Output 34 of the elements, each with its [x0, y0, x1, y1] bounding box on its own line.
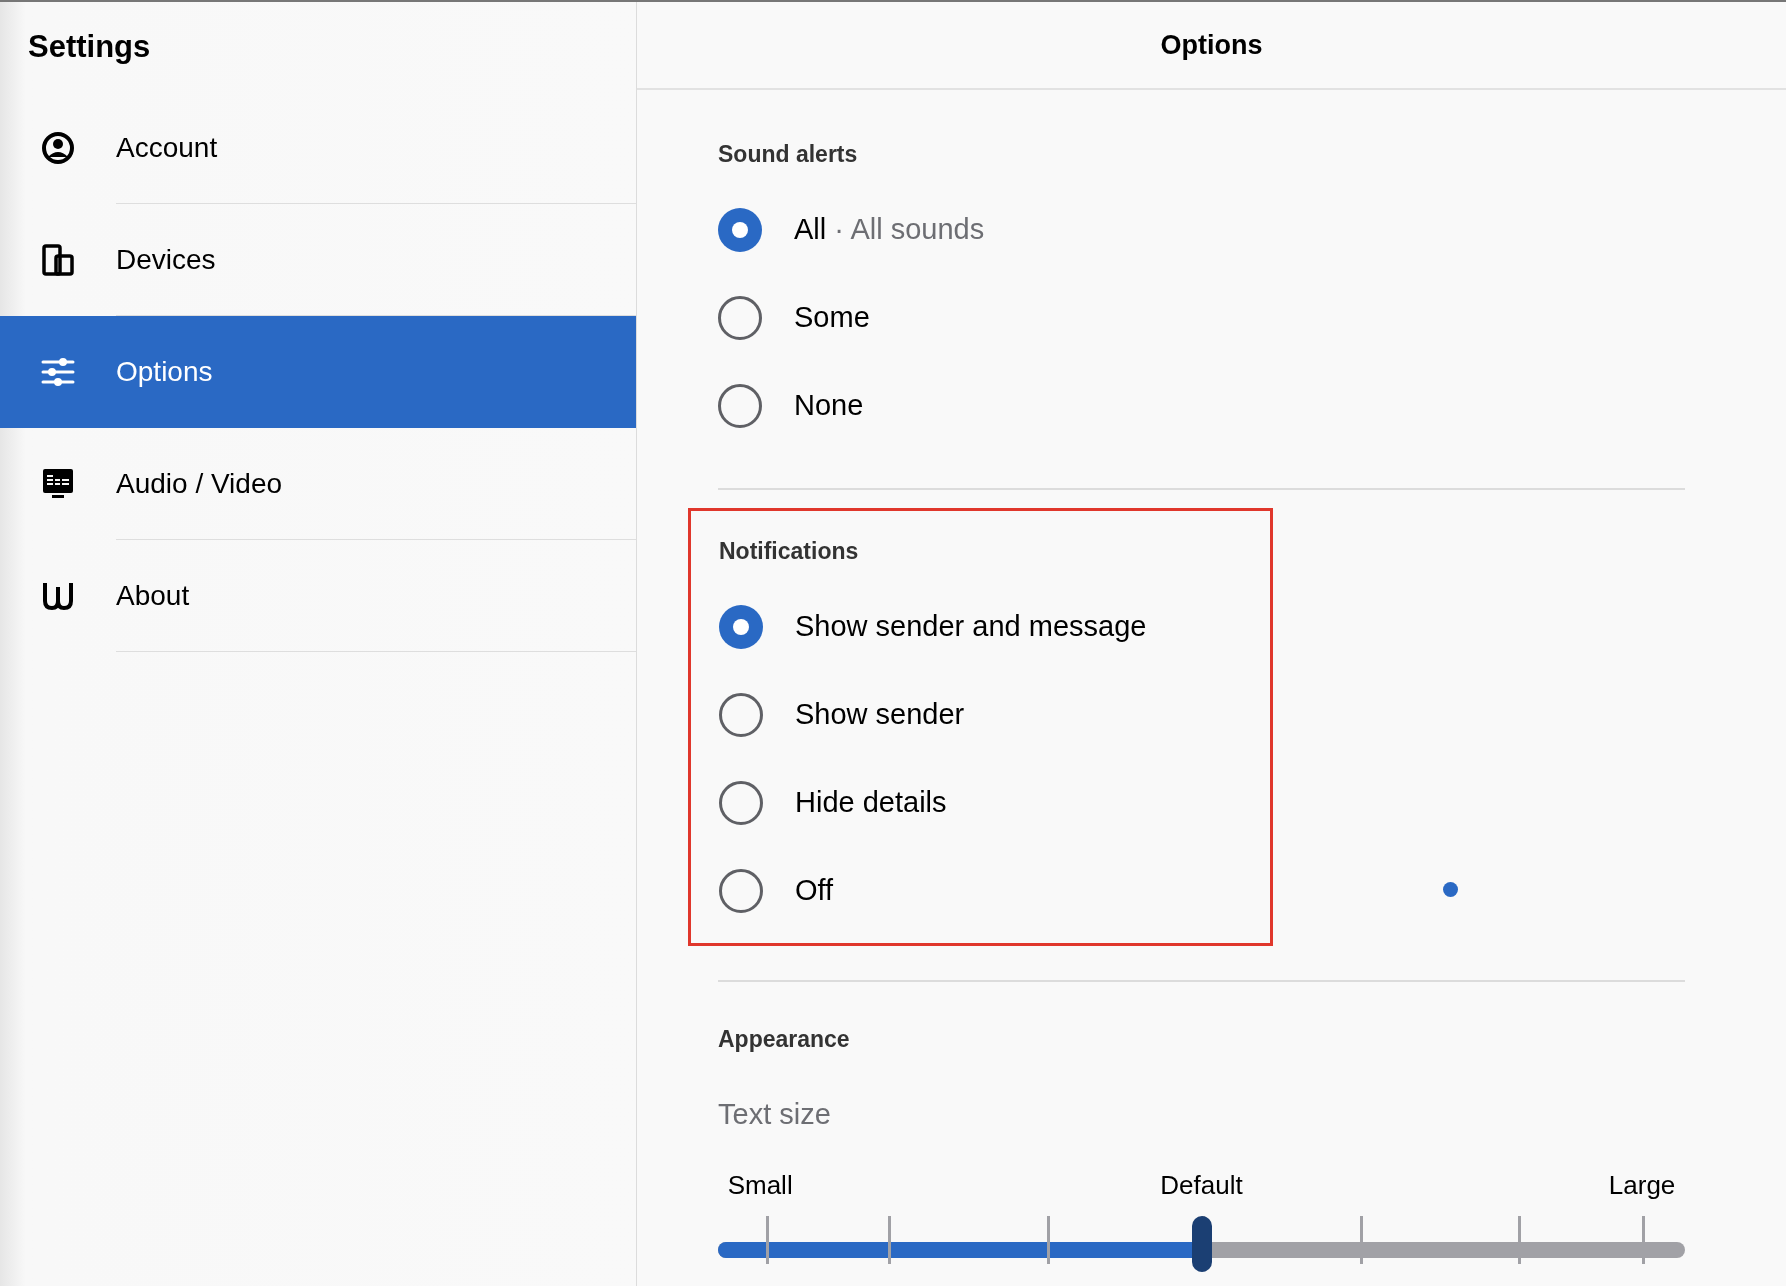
- radio-button[interactable]: [718, 208, 762, 252]
- sliders-icon: [41, 357, 75, 387]
- field-label: Text size: [718, 1096, 832, 1132]
- header-title: Options: [1160, 28, 1263, 62]
- slider-track[interactable]: [718, 1242, 1685, 1258]
- sidebar-item[interactable]: Audio / Video: [0, 428, 636, 540]
- option-label: Show sender: [795, 697, 965, 733]
- radio-button[interactable]: [718, 296, 762, 340]
- section-heading: Notifications: [719, 536, 860, 566]
- sidebar-title: Settings: [27, 27, 152, 66]
- slider-mark-label: Default: [1160, 1169, 1243, 1202]
- option-label: Show sender and message: [795, 609, 1147, 645]
- devices-icon: [41, 243, 75, 277]
- option-label: Some: [794, 300, 870, 336]
- section-heading: Sound alerts: [718, 139, 859, 169]
- radio-button[interactable]: [719, 605, 763, 649]
- radio-button[interactable]: [719, 781, 763, 825]
- sidebar-item[interactable]: Options: [0, 316, 636, 428]
- section-heading: Appearance: [718, 1025, 851, 1054]
- slider-mark-label: Large: [1608, 1169, 1676, 1202]
- option-label: All · All sounds: [794, 212, 985, 248]
- radio-button[interactable]: [719, 693, 763, 737]
- monitor-icon: [41, 467, 75, 501]
- user-circle-icon: [41, 131, 75, 165]
- slider-thumb[interactable]: [1191, 1216, 1212, 1272]
- w-logo-icon: [41, 581, 75, 611]
- option-label: Off: [795, 873, 834, 909]
- sidebar-item[interactable]: Account: [0, 92, 636, 204]
- option-label: None: [794, 388, 864, 424]
- radio-button[interactable]: [718, 384, 762, 428]
- option-label: Hide details: [795, 785, 947, 821]
- slider-mark-label: Small: [727, 1169, 793, 1202]
- sidebar-item[interactable]: About: [0, 540, 636, 652]
- radio-button[interactable]: [719, 869, 763, 913]
